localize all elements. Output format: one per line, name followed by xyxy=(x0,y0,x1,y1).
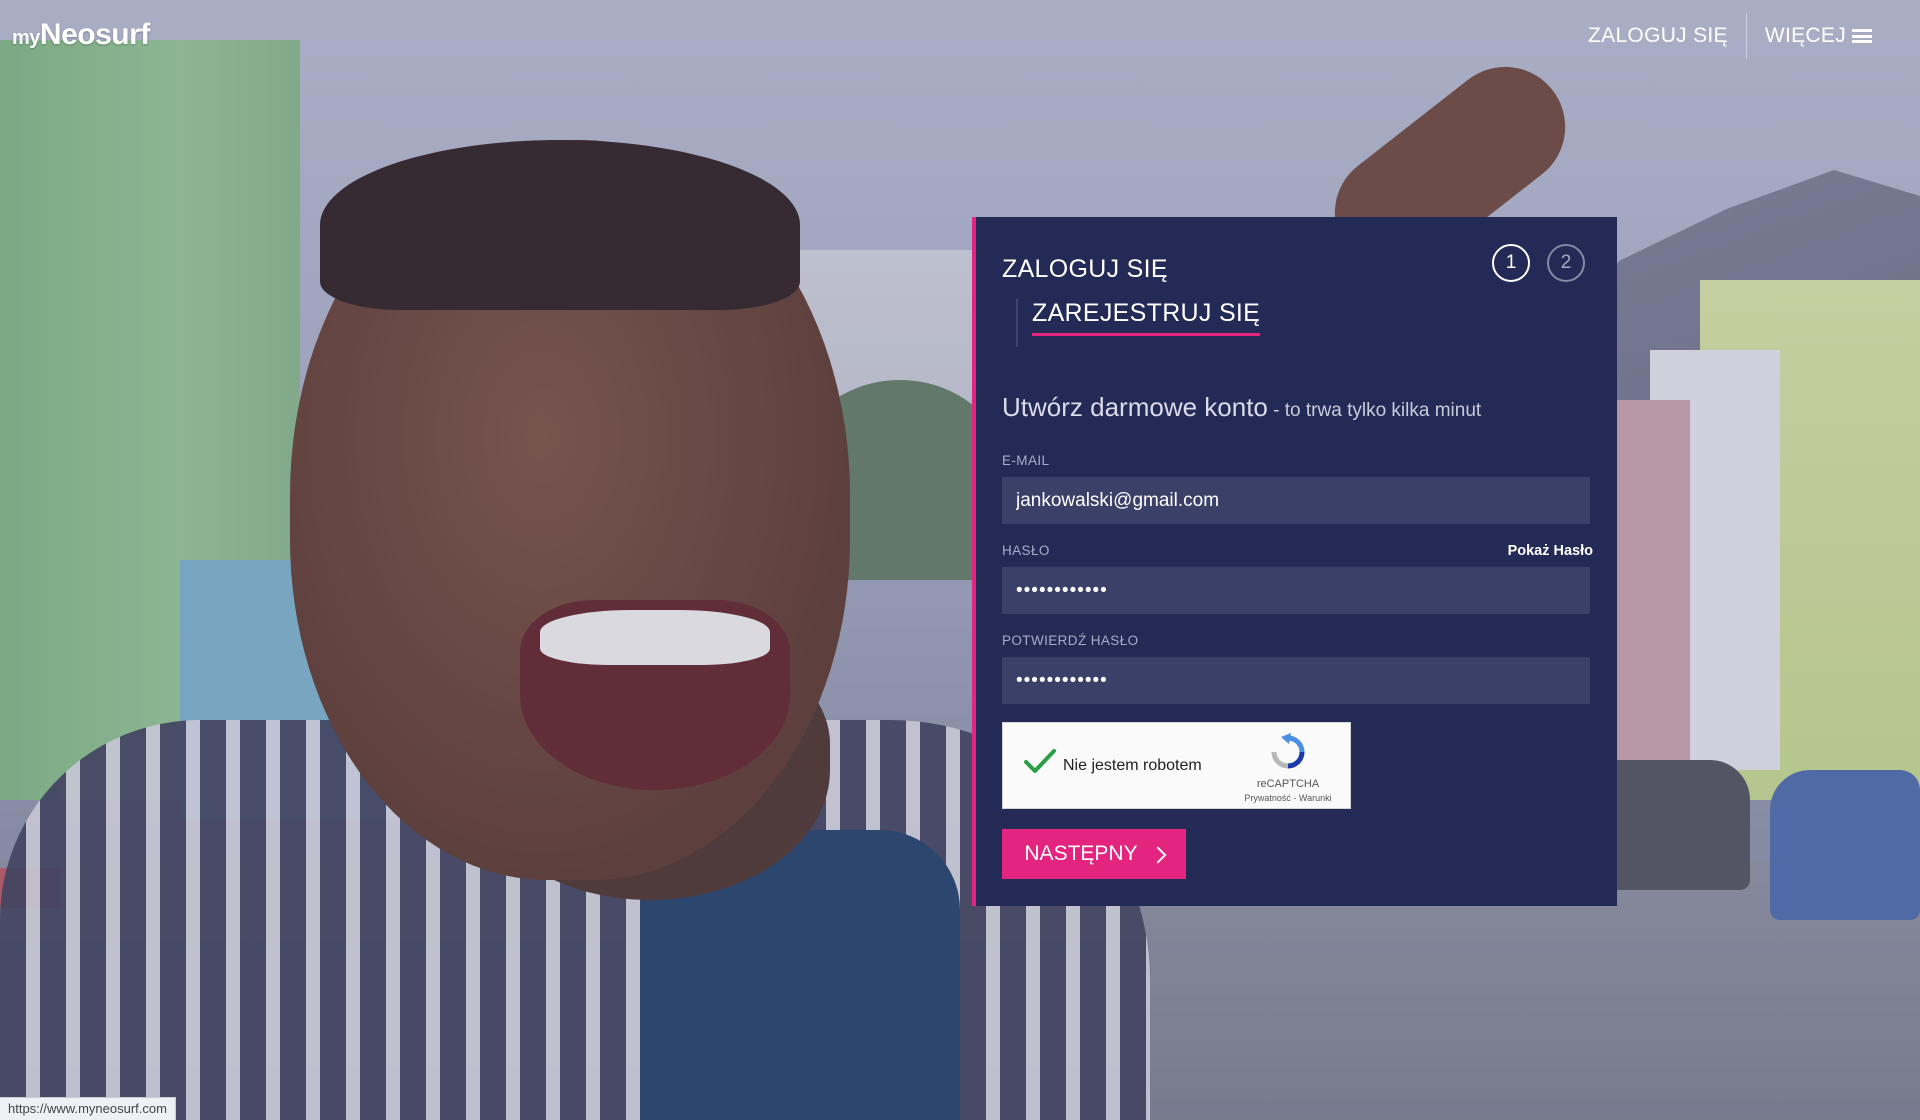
recaptcha-brand: reCAPTCHA xyxy=(1256,778,1320,790)
status-bar-url: https://www.myneosurf.com xyxy=(0,1097,176,1120)
password-label: HASŁO xyxy=(1002,543,1050,558)
recaptcha-icon xyxy=(1271,733,1305,769)
nav-more-menu[interactable]: WIĘCEJ xyxy=(1747,24,1890,48)
confirm-password-field[interactable] xyxy=(1002,657,1590,704)
nav-more-label: WIĘCEJ xyxy=(1764,24,1846,47)
captcha-label: Nie jestem robotem xyxy=(1063,757,1202,774)
recaptcha-widget[interactable]: Nie jestem robotem reCAPTCHA Prywatność … xyxy=(1002,722,1351,809)
checkmark-icon[interactable] xyxy=(1023,747,1057,777)
page-title: Utwórz darmowe konto - to trwa tylko kil… xyxy=(1002,392,1481,423)
chevron-right-icon xyxy=(1149,846,1167,863)
background-photo xyxy=(0,0,1920,1120)
confirm-password-label: POTWIERDŹ HASŁO xyxy=(1002,633,1139,648)
step-1-indicator: 1 xyxy=(1492,244,1530,282)
registration-card: ZALOGUJ SIĘ ZAREJESTRUJ SIĘ 1 2 Utwórz d… xyxy=(972,217,1617,906)
show-password-link[interactable]: Pokaż Hasło xyxy=(1508,543,1593,559)
nav-login-link[interactable]: ZALOGUJ SIĘ xyxy=(1570,24,1746,48)
step-2-indicator: 2 xyxy=(1547,244,1585,282)
recaptcha-logo: reCAPTCHA Prywatność - Warunki xyxy=(1238,733,1338,803)
site-logo[interactable]: myNeosurf xyxy=(12,18,150,52)
tab-register[interactable]: ZAREJESTRUJ SIĘ xyxy=(1032,299,1261,336)
email-label: E-MAIL xyxy=(1002,453,1050,468)
next-button-label: NASTĘPNY xyxy=(1024,842,1138,865)
recaptcha-links[interactable]: Prywatność - Warunki xyxy=(1238,793,1338,803)
headline-sub: - to trwa tylko kilka minut xyxy=(1267,400,1482,421)
tab-register-wrapper: ZAREJESTRUJ SIĘ xyxy=(1016,299,1261,347)
next-button[interactable]: NASTĘPNY xyxy=(1002,829,1186,879)
hamburger-icon xyxy=(1852,29,1872,43)
password-field[interactable] xyxy=(1002,567,1590,614)
step-indicator: 1 2 xyxy=(1492,244,1585,282)
tab-login[interactable]: ZALOGUJ SIĘ xyxy=(1002,255,1168,284)
email-field[interactable] xyxy=(1002,477,1590,524)
headline-main: Utwórz darmowe konto xyxy=(1002,392,1268,422)
top-nav: ZALOGUJ SIĘ WIĘCEJ xyxy=(1570,12,1890,60)
